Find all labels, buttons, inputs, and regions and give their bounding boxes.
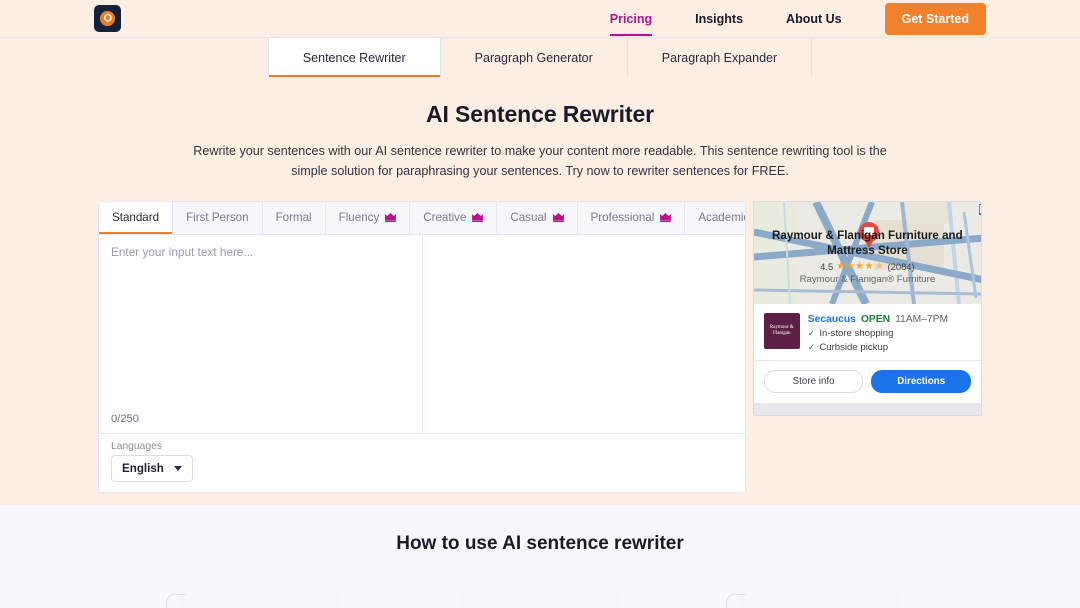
check-icon: ✓: [808, 342, 816, 353]
card-notch-decoration: [166, 594, 186, 608]
style-tab-creative[interactable]: Creative: [410, 202, 497, 234]
ad-map-overlay: Raymour & Flanigan Furniture and Mattres…: [754, 228, 981, 286]
how-to-section: How to use AI sentence rewriter: [0, 505, 1080, 608]
style-tab-label: Casual: [510, 211, 546, 224]
ad-feature-item: ✓ In-store shopping: [808, 328, 971, 339]
star-rating-icon: ★★★★: [836, 261, 874, 272]
crown-icon: [385, 213, 396, 222]
style-tab-bar: Standard First Person Formal Fluency Cre: [99, 202, 745, 235]
style-tab-fluency[interactable]: Fluency: [326, 202, 411, 234]
page-description: Rewrite your sentences with our AI sente…: [190, 142, 890, 182]
style-tab-standard[interactable]: Standard: [99, 202, 173, 234]
ad-map-image: Raymour & Flanigan Furniture and Mattres…: [754, 202, 981, 304]
adchoices-play-icon: [979, 204, 981, 214]
page-title: AI Sentence Rewriter: [0, 101, 1080, 128]
ad-feature-label: In-store shopping: [819, 328, 893, 339]
style-tab-label: Creative: [423, 211, 466, 224]
chevron-down-icon: [174, 466, 182, 471]
ad-thumbnail: Raymour & Flanigan: [764, 313, 800, 349]
tab-paragraph-generator[interactable]: Paragraph Generator: [441, 38, 628, 77]
ad-thumbnail-text: Raymour & Flanigan: [766, 325, 798, 338]
half-star-icon: ★: [875, 261, 884, 272]
how-to-title: How to use AI sentence rewriter: [0, 533, 1080, 555]
ad-review-count: (2084): [888, 261, 915, 272]
style-tab-label: Professional: [591, 211, 655, 224]
card-notch-decoration: [726, 594, 746, 608]
style-tab-academic[interactable]: Academic: [685, 202, 744, 234]
ad-title: Raymour & Flanigan Furniture and Mattres…: [754, 228, 981, 259]
language-selected-value: English: [122, 462, 164, 475]
input-panel[interactable]: Enter your input text here... 0/250: [99, 235, 423, 433]
ad-advertiser: Raymour & Flanigan® Furniture: [754, 274, 981, 285]
ad-footer-bar: [754, 403, 981, 415]
tab-paragraph-expander[interactable]: Paragraph Expander: [628, 38, 812, 77]
ad-feature-label: Curbside pickup: [819, 342, 888, 353]
style-tab-label: Formal: [276, 211, 312, 224]
nav-item-about-us[interactable]: About Us: [786, 12, 842, 26]
ad-info: Secaucus OPEN 11AM–7PM ✓ In-store shoppi…: [808, 313, 971, 353]
tab-sentence-rewriter[interactable]: Sentence Rewriter: [268, 38, 441, 77]
advertisement[interactable]: Raymour & Flanigan Furniture and Mattres…: [753, 201, 982, 416]
crown-icon: [660, 213, 671, 222]
crown-icon: [553, 213, 564, 222]
ad-rating: 4.5 ★★★★ ★ (2084): [754, 261, 981, 272]
ad-feature-item: ✓ Curbside pickup: [808, 342, 971, 353]
how-to-card: [460, 588, 620, 608]
ad-location[interactable]: Secaucus: [808, 314, 856, 325]
get-started-button[interactable]: Get Started: [885, 3, 986, 35]
hero-section: AI Sentence Rewriter Rewrite your senten…: [0, 77, 1080, 182]
tool-area: Standard First Person Formal Fluency Cre: [98, 201, 982, 493]
ad-status-line: Secaucus OPEN 11AM–7PM: [808, 314, 971, 325]
directions-button[interactable]: Directions: [871, 370, 971, 393]
rewriter-card: Standard First Person Formal Fluency Cre: [98, 201, 746, 493]
nav-item-insights[interactable]: Insights: [695, 12, 743, 26]
tool-tab-bar: Sentence Rewriter Paragraph Generator Pa…: [0, 37, 1080, 77]
ad-hours: 11AM–7PM: [895, 314, 948, 325]
how-to-cards: [0, 588, 1080, 608]
site-header: Pricing Insights About Us Get Started: [0, 0, 1080, 37]
main-nav: Pricing Insights About Us Get Started: [610, 3, 986, 35]
store-info-button[interactable]: Store info: [764, 370, 864, 393]
site-logo[interactable]: [94, 5, 121, 32]
input-placeholder: Enter your input text here...: [111, 245, 410, 259]
style-tab-casual[interactable]: Casual: [497, 202, 577, 234]
output-panel[interactable]: [423, 235, 745, 433]
rewrite-swirl-logo-icon: [98, 9, 117, 28]
style-tab-label: First Person: [186, 211, 249, 224]
style-tab-first-person[interactable]: First Person: [173, 202, 263, 234]
style-tab-label: Fluency: [339, 211, 380, 224]
nav-item-pricing[interactable]: Pricing: [610, 12, 652, 26]
ad-open-status: OPEN: [861, 314, 890, 325]
style-tab-label: Standard: [112, 211, 159, 224]
ad-rating-value: 4.5: [820, 261, 833, 272]
ad-details: Raymour & Flanigan Secaucus OPEN 11AM–7P…: [754, 304, 981, 360]
style-tab-label: Academic: [698, 211, 744, 224]
editor-row: Enter your input text here... 0/250: [99, 235, 745, 433]
crown-icon: [472, 213, 483, 222]
style-tab-professional[interactable]: Professional: [578, 202, 686, 234]
check-icon: ✓: [808, 328, 816, 339]
style-tab-formal[interactable]: Formal: [263, 202, 326, 234]
how-to-card: [740, 588, 900, 608]
language-row: Languages English: [99, 433, 745, 492]
how-to-card: [180, 588, 340, 608]
language-select[interactable]: English: [111, 455, 193, 482]
languages-label: Languages: [111, 441, 733, 452]
character-counter: 0/250: [111, 413, 139, 425]
ad-actions: Store info Directions: [754, 360, 981, 403]
page-root: Pricing Insights About Us Get Started Se…: [0, 0, 1080, 608]
